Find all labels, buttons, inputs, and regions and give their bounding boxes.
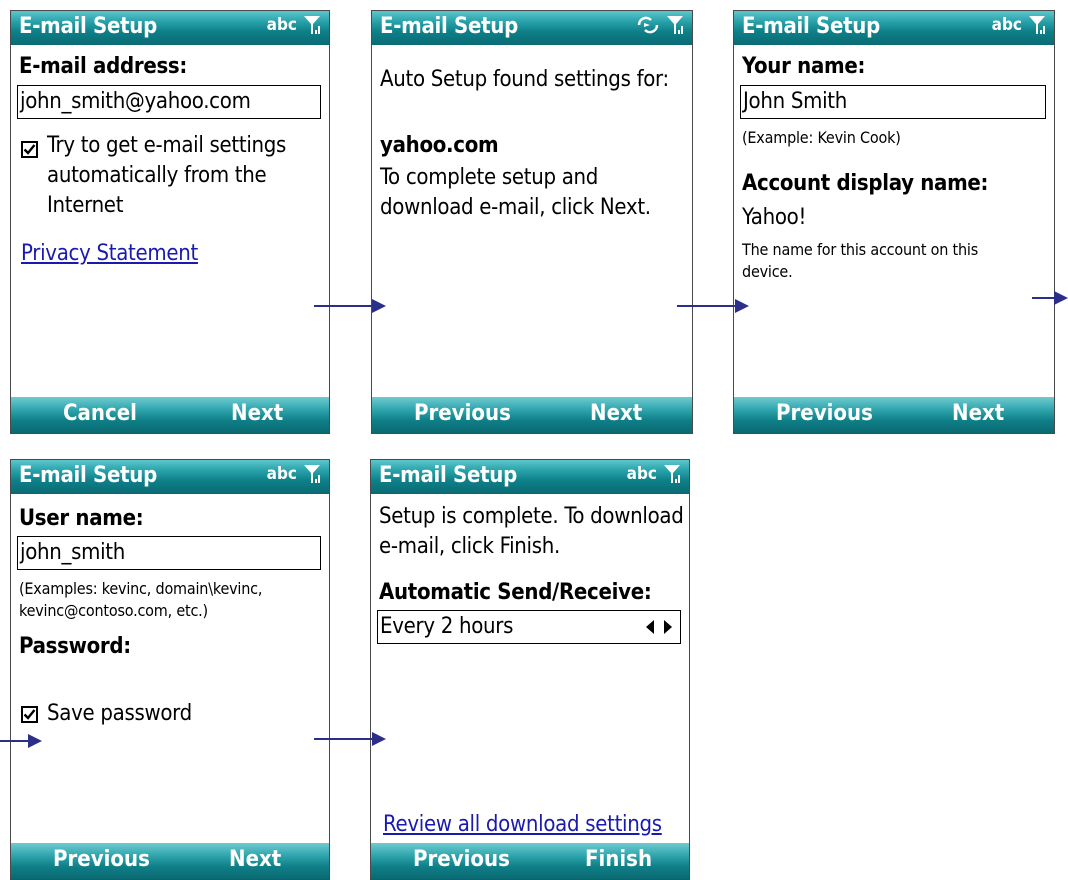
input-mode-indicator: abc <box>626 464 657 484</box>
previous-softkey[interactable]: Previous <box>53 847 150 872</box>
save-password-label: Save password <box>47 701 192 726</box>
softkey-bar: Cancel Next <box>11 397 329 433</box>
next-softkey[interactable]: Next <box>590 401 642 426</box>
auto-setup-found-text: Auto Setup found settings for: <box>380 67 669 92</box>
softkey-bar: Previous Next <box>11 843 329 879</box>
password-field[interactable] <box>17 666 321 696</box>
check-mark-icon <box>23 144 36 155</box>
flow-arrow <box>314 732 386 746</box>
save-password-checkbox[interactable] <box>21 706 38 723</box>
privacy-statement-link[interactable]: Privacy Statement <box>21 241 198 266</box>
screen-email-address: E-mail Setup abc E-mail address: john_sm… <box>10 10 330 434</box>
title: E-mail Setup <box>380 14 518 39</box>
flow-arrow <box>677 299 749 313</box>
next-softkey[interactable]: Next <box>229 847 281 872</box>
status-area: abc <box>267 464 321 484</box>
previous-softkey[interactable]: Previous <box>414 401 511 426</box>
title: E-mail Setup <box>19 463 157 488</box>
account-display-name-label: Account display name: <box>742 171 989 196</box>
content: E-mail address: john_smith@yahoo.com Try… <box>11 45 329 397</box>
auto-send-receive-label: Automatic Send/Receive: <box>379 580 652 605</box>
signal-icon <box>667 16 683 34</box>
auto-settings-line: automatically from the <box>47 163 267 188</box>
display-name-help-line: device. <box>742 262 793 281</box>
softkey-bar: Previous Next <box>734 397 1054 433</box>
previous-softkey[interactable]: Previous <box>776 401 873 426</box>
screen-your-name: E-mail Setup abc Your name: John Smith (… <box>733 10 1055 434</box>
next-softkey[interactable]: Next <box>952 401 1004 426</box>
screen-setup-complete: E-mail Setup abc Setup is complete. To d… <box>370 459 690 880</box>
signal-icon <box>1029 16 1045 34</box>
title-bar: E-mail Setup abc <box>11 460 329 494</box>
display-name-help-line: The name for this account on this <box>742 240 979 259</box>
name-example-text: (Example: Kevin Cook) <box>742 128 901 147</box>
left-right-arrows-icon[interactable] <box>644 619 674 635</box>
setup-complete-line: e-mail, click Finish. <box>379 534 560 559</box>
user-name-label: User name: <box>19 506 144 531</box>
flow-arrow <box>314 299 386 313</box>
title: E-mail Setup <box>742 14 880 39</box>
user-name-field[interactable]: john_smith <box>17 536 321 570</box>
user-name-example-line: (Examples: kevinc, domain\kevinc, <box>19 579 263 598</box>
email-address-field[interactable]: john_smith@yahoo.com <box>17 85 321 119</box>
content: Setup is complete. To download e-mail, c… <box>371 494 689 843</box>
previous-softkey[interactable]: Previous <box>413 847 510 872</box>
connection-icon <box>637 16 659 34</box>
finish-softkey[interactable]: Finish <box>585 847 652 872</box>
softkey-bar: Previous Next <box>372 397 692 433</box>
status-area <box>636 15 684 35</box>
input-mode-indicator: abc <box>991 15 1022 35</box>
user-name-example-line: kevinc@contoso.com, etc.) <box>19 601 208 620</box>
content: Your name: John Smith (Example: Kevin Co… <box>734 45 1054 397</box>
domain-label: yahoo.com <box>380 133 499 158</box>
setup-complete-text: Setup is complete. To download e-mail, c… <box>379 502 684 562</box>
auto-settings-line: Try to get e-mail settings <box>47 133 287 158</box>
your-name-label: Your name: <box>742 54 866 79</box>
softkey-bar: Previous Finish <box>371 843 689 879</box>
status-area: abc <box>267 15 321 35</box>
auto-settings-checkbox[interactable] <box>21 141 38 158</box>
title-bar: E-mail Setup <box>372 11 692 45</box>
check-mark-icon <box>23 709 36 720</box>
signal-icon <box>304 465 320 483</box>
instructions-line: To complete setup and <box>380 165 599 190</box>
input-mode-indicator: abc <box>266 15 297 35</box>
instructions-text: To complete setup and download e-mail, c… <box>380 163 651 223</box>
auto-settings-line: Internet <box>47 193 124 218</box>
signal-icon <box>664 465 680 483</box>
content: Auto Setup found settings for: yahoo.com… <box>372 45 692 397</box>
auto-send-receive-value: Every 2 hours <box>380 614 514 639</box>
status-area: abc <box>627 464 681 484</box>
setup-complete-line: Setup is complete. To download <box>379 504 684 529</box>
screen-user-name: E-mail Setup abc User name: john_smith (… <box>10 459 330 880</box>
email-address-label: E-mail address: <box>19 54 188 79</box>
title: E-mail Setup <box>379 463 517 488</box>
content: User name: john_smith (Examples: kevinc,… <box>11 494 329 843</box>
your-name-field[interactable]: John Smith <box>740 85 1046 119</box>
status-area: abc <box>992 15 1046 35</box>
user-name-example-text: (Examples: kevinc, domain\kevinc, kevinc… <box>19 578 262 622</box>
input-mode-indicator: abc <box>266 464 297 484</box>
next-softkey[interactable]: Next <box>231 401 283 426</box>
auto-send-receive-picker[interactable]: Every 2 hours <box>377 610 681 644</box>
password-label: Password: <box>19 634 131 659</box>
signal-icon <box>304 16 320 34</box>
cancel-softkey[interactable]: Cancel <box>63 401 137 426</box>
auto-settings-label: Try to get e-mail settings automatically… <box>47 131 286 221</box>
flow-arrow <box>1032 291 1068 305</box>
flow-arrow <box>0 734 42 748</box>
screen-auto-setup: E-mail Setup Auto Setup found settings f… <box>371 10 693 434</box>
review-download-settings-link[interactable]: Review all download settings <box>383 812 662 837</box>
account-display-name-value[interactable]: Yahoo! <box>742 203 806 233</box>
display-name-help-text: The name for this account on this device… <box>742 239 978 283</box>
title-bar: E-mail Setup abc <box>371 460 689 494</box>
instructions-line: download e-mail, click Next. <box>380 195 651 220</box>
title: E-mail Setup <box>19 14 157 39</box>
title-bar: E-mail Setup abc <box>11 11 329 45</box>
title-bar: E-mail Setup abc <box>734 11 1054 45</box>
